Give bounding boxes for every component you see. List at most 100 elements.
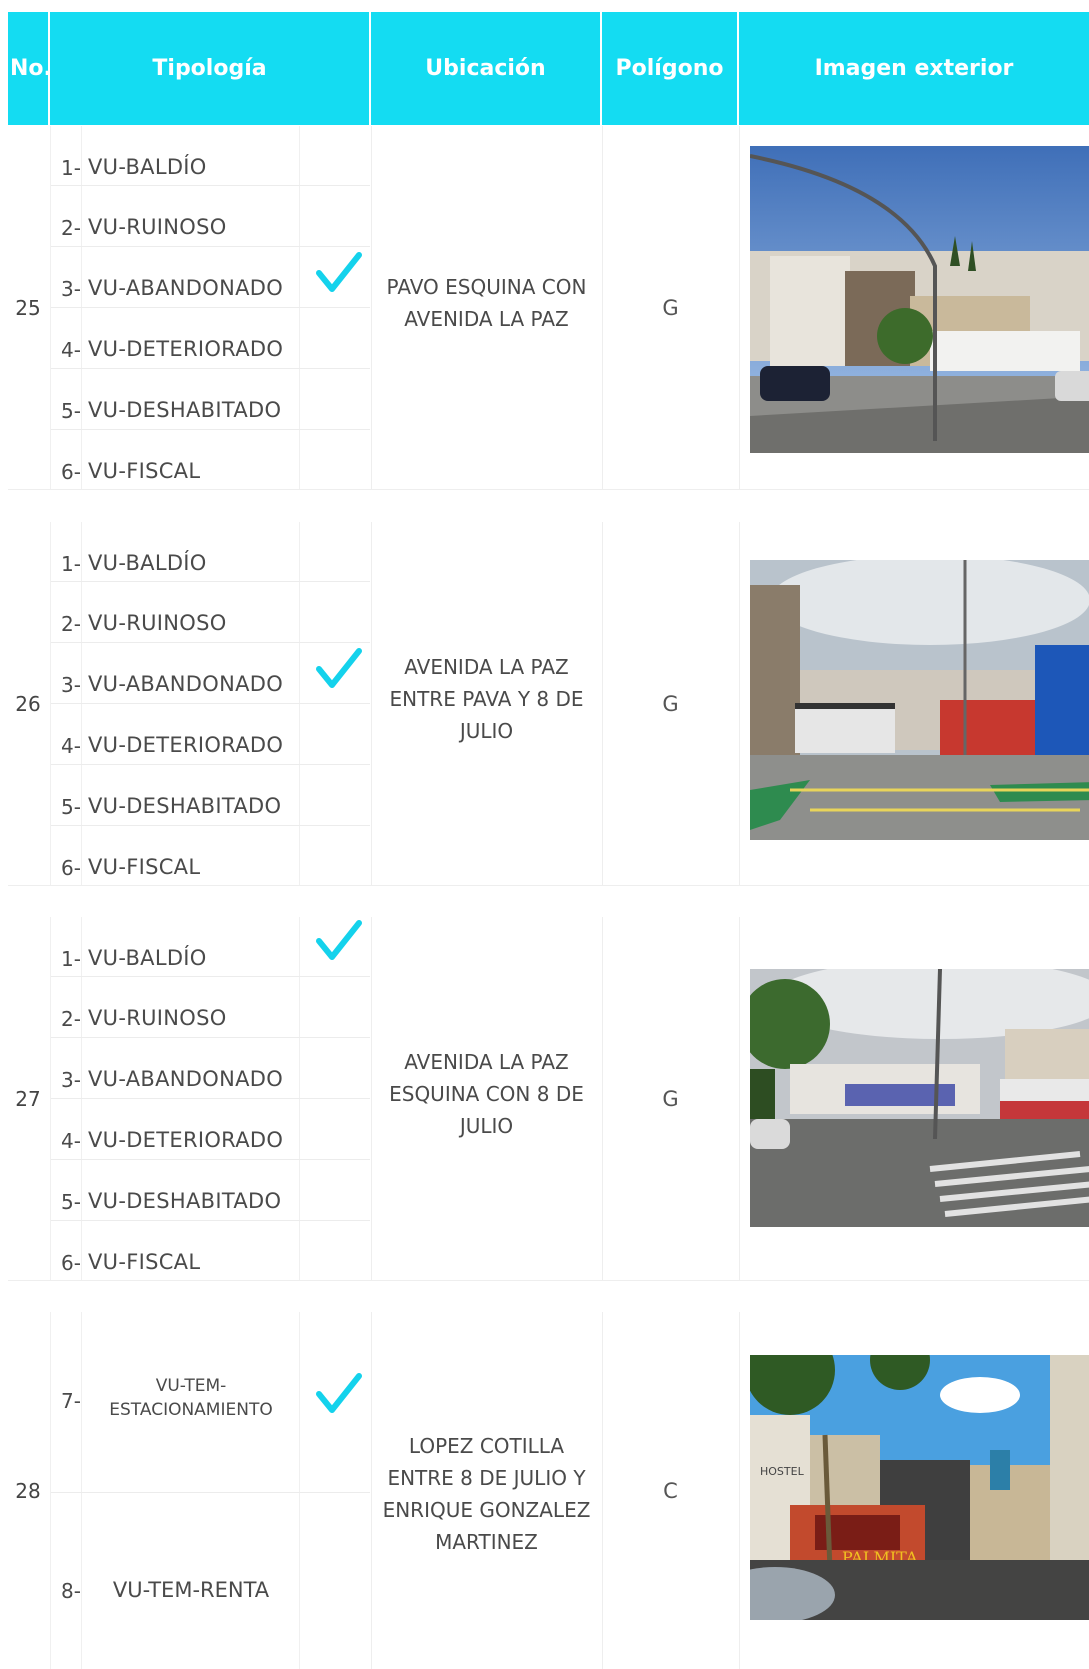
option-number: 5-	[61, 1190, 81, 1214]
option-label: VU-TEM- ESTACIONAMIENTO	[109, 1376, 273, 1420]
option-number: 4-	[61, 338, 81, 362]
tipologia-option: 4- VU-DETERIORADO	[51, 1099, 370, 1160]
ubicacion-text: AVENIDA LA PAZ ESQUINA CON 8 DE JULIO	[389, 1049, 584, 1138]
tipologia-cell: 1- VU-BALDÍO 2- VU-RUINOSO 3- VU-ABANDON…	[50, 126, 370, 489]
image-cell	[739, 917, 1089, 1280]
checkmark-icon	[316, 252, 362, 292]
tipologia-option: 6- VU-FISCAL	[51, 826, 370, 885]
tipologia-option: 5- VU-DESHABITADO	[51, 369, 370, 430]
tipologia-option: 2- VU-RUINOSO	[51, 582, 370, 643]
tipologia-option: 6- VU-FISCAL	[51, 430, 370, 489]
header-no: No.	[8, 12, 52, 125]
option-number: 5-	[61, 795, 81, 819]
ubicacion-cell: AVENIDA LA PAZ ENTRE PAVA Y 8 DE JULIO	[371, 522, 601, 885]
checkmark-icon	[316, 648, 362, 688]
option-number: 2-	[61, 612, 81, 636]
tipologia-option: 3- VU-ABANDONADO	[51, 643, 370, 704]
option-label: VU-FISCAL	[88, 1250, 201, 1274]
poligono-value: C	[663, 1478, 678, 1503]
header-tipologia: Tipología	[50, 12, 369, 125]
option-label: VU-DESHABITADO	[88, 794, 282, 818]
option-label: VU-ABANDONADO	[88, 276, 284, 300]
option-label: VU-FISCAL	[88, 459, 201, 483]
tipologia-cell: 7- VU-TEM- ESTACIONAMIENTO 8- VU-TEM-REN…	[50, 1312, 370, 1669]
tipologia-option: 5- VU-DESHABITADO	[51, 765, 370, 826]
option-number: 4-	[61, 734, 81, 758]
option-label: VU-DESHABITADO	[88, 398, 282, 422]
record-number: 26	[15, 691, 41, 716]
option-label: VU-DETERIORADO	[88, 1128, 284, 1152]
typology-table: No. Tipología Ubicación Polígono Imagen …	[0, 0, 1089, 1669]
street-photo-icon: PALMITA HOSTEL	[750, 1355, 1089, 1620]
header-poligono: Polígono	[602, 12, 737, 125]
ubicacion-cell: PAVO ESQUINA CON AVENIDA LA PAZ	[371, 126, 601, 489]
poligono-cell: G	[602, 126, 738, 489]
record-row: 27 1- VU-BALDÍO 2- VU-RUINOSO 3- VU-ABAN…	[8, 917, 1089, 1280]
checkmark-icon	[316, 1373, 362, 1413]
option-label: VU-TEM-RENTA	[112, 1578, 270, 1602]
option-number: 1-	[61, 156, 81, 180]
option-label: VU-RUINOSO	[88, 611, 227, 635]
image-cell	[739, 126, 1089, 489]
option-number: 2-	[61, 1007, 81, 1031]
tipologia-option: 8- VU-TEM-RENTA	[51, 1493, 370, 1669]
record-row: 25 1- VU-BALDÍO 2- VU-RUINOSO 3- VU-ABAN…	[8, 126, 1089, 489]
option-number: 6-	[61, 1251, 81, 1275]
poligono-value: G	[662, 295, 679, 320]
tipologia-option: 2- VU-RUINOSO	[51, 186, 370, 247]
option-number: 5-	[61, 399, 81, 423]
option-number: 3-	[61, 1068, 81, 1092]
option-label: VU-DESHABITADO	[88, 1189, 282, 1213]
record-row: 28 7- VU-TEM- ESTACIONAMIENTO 8- VU-TEM-…	[8, 1312, 1089, 1669]
street-photo-icon	[750, 560, 1089, 840]
record-number: 28	[15, 1478, 41, 1503]
tipologia-option: 1- VU-BALDÍO	[51, 917, 370, 977]
option-number: 1-	[61, 947, 81, 971]
tipologia-option: 5- VU-DESHABITADO	[51, 1160, 370, 1221]
poligono-value: G	[662, 1086, 679, 1111]
option-number: 6-	[61, 460, 81, 484]
option-label: VU-FISCAL	[88, 855, 201, 879]
option-label: VU-BALDÍO	[88, 155, 207, 179]
tipologia-option: 3- VU-ABANDONADO	[51, 1038, 370, 1099]
tipologia-cell: 1- VU-BALDÍO 2- VU-RUINOSO 3- VU-ABANDON…	[50, 917, 370, 1280]
option-number: 4-	[61, 1129, 81, 1153]
option-label: VU-DETERIORADO	[88, 337, 284, 361]
tipologia-option: 4- VU-DETERIORADO	[51, 704, 370, 765]
header-imagen-exterior: Imagen exterior	[739, 12, 1089, 125]
tipologia-option: 1- VU-BALDÍO	[51, 126, 370, 186]
ubicacion-text: PAVO ESQUINA CON AVENIDA LA PAZ	[386, 274, 587, 331]
record-number: 25	[15, 295, 41, 320]
option-number: 3-	[61, 673, 81, 697]
image-cell: PALMITA HOSTEL	[739, 1312, 1089, 1669]
option-label: VU-BALDÍO	[88, 946, 207, 970]
tipologia-option: 6- VU-FISCAL	[51, 1221, 370, 1280]
option-label: VU-BALDÍO	[88, 551, 207, 575]
ubicacion-cell: LOPEZ COTILLA ENTRE 8 DE JULIO Y ENRIQUE…	[371, 1312, 601, 1669]
poligono-cell: G	[602, 917, 738, 1280]
tipologia-option: 3- VU-ABANDONADO	[51, 247, 370, 308]
tipologia-option: 2- VU-RUINOSO	[51, 977, 370, 1038]
option-number: 3-	[61, 277, 81, 301]
option-number: 7-	[61, 1389, 81, 1413]
record-row: 26 1- VU-BALDÍO 2- VU-RUINOSO 3- VU-ABAN…	[8, 522, 1089, 885]
poligono-value: G	[662, 691, 679, 716]
checkmark-icon	[316, 920, 362, 960]
ubicacion-cell: AVENIDA LA PAZ ESQUINA CON 8 DE JULIO	[371, 917, 601, 1280]
street-photo-icon	[750, 146, 1089, 453]
option-label: VU-ABANDONADO	[88, 1067, 284, 1091]
sign-hostel: HOSTEL	[760, 1465, 805, 1478]
option-label: VU-ABANDONADO	[88, 672, 284, 696]
poligono-cell: G	[602, 522, 738, 885]
ubicacion-text: AVENIDA LA PAZ ENTRE PAVA Y 8 DE JULIO	[389, 654, 584, 743]
image-cell	[739, 522, 1089, 885]
option-label: VU-RUINOSO	[88, 1006, 227, 1030]
option-label: VU-RUINOSO	[88, 215, 227, 239]
ubicacion-text: LOPEZ COTILLA ENTRE 8 DE JULIO Y ENRIQUE…	[382, 1433, 591, 1554]
option-number: 6-	[61, 856, 81, 880]
header-ubicacion: Ubicación	[371, 12, 600, 125]
option-number: 8-	[61, 1579, 81, 1603]
record-number: 27	[15, 1086, 41, 1111]
tipologia-option: 7- VU-TEM- ESTACIONAMIENTO	[51, 1312, 370, 1493]
tipologia-cell: 1- VU-BALDÍO 2- VU-RUINOSO 3- VU-ABANDON…	[50, 522, 370, 885]
